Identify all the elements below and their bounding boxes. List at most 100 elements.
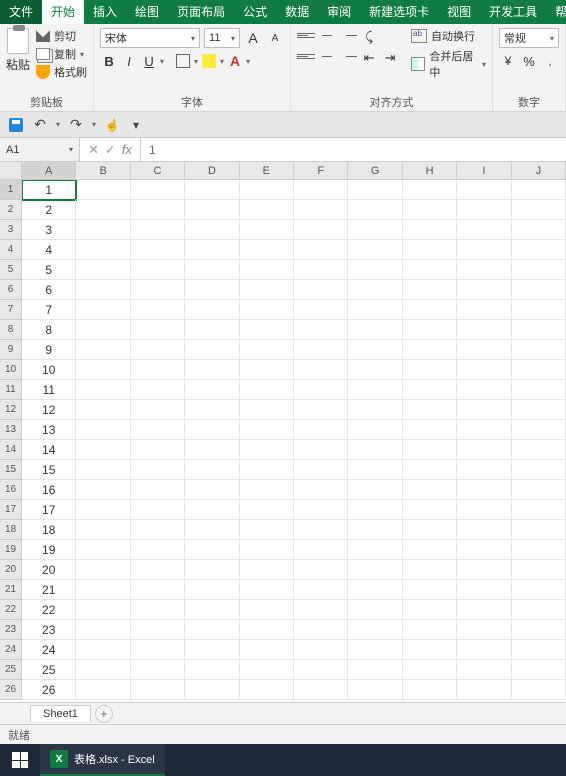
cell[interactable] xyxy=(185,520,239,540)
cell[interactable] xyxy=(240,340,294,360)
cell[interactable] xyxy=(348,600,402,620)
cell[interactable] xyxy=(348,400,402,420)
cell[interactable] xyxy=(512,480,566,500)
cell[interactable] xyxy=(512,620,566,640)
cell[interactable]: 3 xyxy=(22,220,76,240)
cell[interactable] xyxy=(76,360,130,380)
cell[interactable] xyxy=(76,500,130,520)
cell[interactable] xyxy=(131,480,185,500)
cell[interactable] xyxy=(76,420,130,440)
formula-input[interactable]: 1 xyxy=(141,138,566,161)
cell[interactable] xyxy=(185,420,239,440)
cell[interactable] xyxy=(240,300,294,320)
cell[interactable] xyxy=(76,560,130,580)
cell[interactable] xyxy=(294,540,348,560)
cell[interactable] xyxy=(185,580,239,600)
cell[interactable] xyxy=(240,380,294,400)
row-header[interactable]: 11 xyxy=(0,380,22,400)
cell[interactable] xyxy=(294,640,348,660)
cell[interactable] xyxy=(185,240,239,260)
cell[interactable] xyxy=(185,220,239,240)
cell[interactable] xyxy=(403,200,457,220)
cell[interactable] xyxy=(240,660,294,680)
cell[interactable] xyxy=(294,280,348,300)
cell[interactable] xyxy=(131,560,185,580)
align-left-button[interactable] xyxy=(297,49,315,63)
cell[interactable] xyxy=(240,560,294,580)
cell[interactable] xyxy=(240,620,294,640)
cell[interactable] xyxy=(457,600,511,620)
cell[interactable] xyxy=(348,560,402,580)
cell[interactable] xyxy=(457,280,511,300)
column-header[interactable]: G xyxy=(348,162,402,180)
cell[interactable] xyxy=(512,220,566,240)
cell[interactable] xyxy=(403,440,457,460)
worksheet-grid[interactable]: ABCDEFGHIJ 12345678910111213141516171819… xyxy=(0,162,566,702)
cell[interactable] xyxy=(240,280,294,300)
cell[interactable] xyxy=(240,480,294,500)
cell[interactable] xyxy=(131,600,185,620)
cell[interactable] xyxy=(457,500,511,520)
align-bottom-button[interactable] xyxy=(339,28,357,42)
cell[interactable]: 4 xyxy=(22,240,76,260)
cell[interactable]: 21 xyxy=(22,580,76,600)
cell[interactable]: 14 xyxy=(22,440,76,460)
cell[interactable] xyxy=(403,400,457,420)
menu-file[interactable]: 文件 xyxy=(0,0,42,24)
cell[interactable] xyxy=(185,260,239,280)
cell[interactable] xyxy=(512,460,566,480)
row-header[interactable]: 12 xyxy=(0,400,22,420)
cell[interactable] xyxy=(76,340,130,360)
cell[interactable] xyxy=(185,680,239,700)
cell[interactable] xyxy=(348,500,402,520)
cell[interactable] xyxy=(76,580,130,600)
cell[interactable] xyxy=(294,560,348,580)
cell[interactable] xyxy=(131,460,185,480)
cell[interactable] xyxy=(512,540,566,560)
cell[interactable] xyxy=(240,180,294,200)
row-header[interactable]: 18 xyxy=(0,520,22,540)
cell[interactable] xyxy=(185,500,239,520)
italic-button[interactable]: I xyxy=(120,52,138,70)
cell[interactable] xyxy=(403,420,457,440)
align-center-button[interactable] xyxy=(318,49,336,63)
cell[interactable] xyxy=(76,520,130,540)
cell[interactable]: 8 xyxy=(22,320,76,340)
cell[interactable] xyxy=(348,380,402,400)
cell[interactable] xyxy=(185,640,239,660)
cell[interactable]: 2 xyxy=(22,200,76,220)
cell[interactable] xyxy=(348,180,402,200)
cell[interactable] xyxy=(294,300,348,320)
cell[interactable] xyxy=(403,240,457,260)
cell[interactable] xyxy=(76,660,130,680)
cell[interactable] xyxy=(348,580,402,600)
cell[interactable]: 19 xyxy=(22,540,76,560)
cell[interactable] xyxy=(457,260,511,280)
cell[interactable] xyxy=(294,380,348,400)
cell[interactable] xyxy=(403,460,457,480)
cell[interactable] xyxy=(294,260,348,280)
cell[interactable] xyxy=(512,400,566,420)
cell[interactable] xyxy=(185,180,239,200)
increase-font-button[interactable]: A xyxy=(244,29,262,47)
cell[interactable] xyxy=(185,360,239,380)
cell[interactable] xyxy=(457,340,511,360)
column-header[interactable]: B xyxy=(76,162,130,180)
cell[interactable] xyxy=(240,580,294,600)
cell[interactable] xyxy=(512,500,566,520)
menu-tab-10[interactable]: 帮助 xyxy=(546,0,566,24)
row-header[interactable]: 15 xyxy=(0,460,22,480)
cell[interactable] xyxy=(131,440,185,460)
cell[interactable] xyxy=(240,600,294,620)
cell[interactable]: 23 xyxy=(22,620,76,640)
cell[interactable] xyxy=(457,220,511,240)
cell[interactable] xyxy=(240,240,294,260)
cell[interactable] xyxy=(294,580,348,600)
cell[interactable] xyxy=(76,260,130,280)
cell[interactable] xyxy=(403,560,457,580)
row-header[interactable]: 19 xyxy=(0,540,22,560)
row-header[interactable]: 21 xyxy=(0,580,22,600)
cell[interactable]: 25 xyxy=(22,660,76,680)
cell[interactable] xyxy=(457,660,511,680)
cell[interactable] xyxy=(457,540,511,560)
